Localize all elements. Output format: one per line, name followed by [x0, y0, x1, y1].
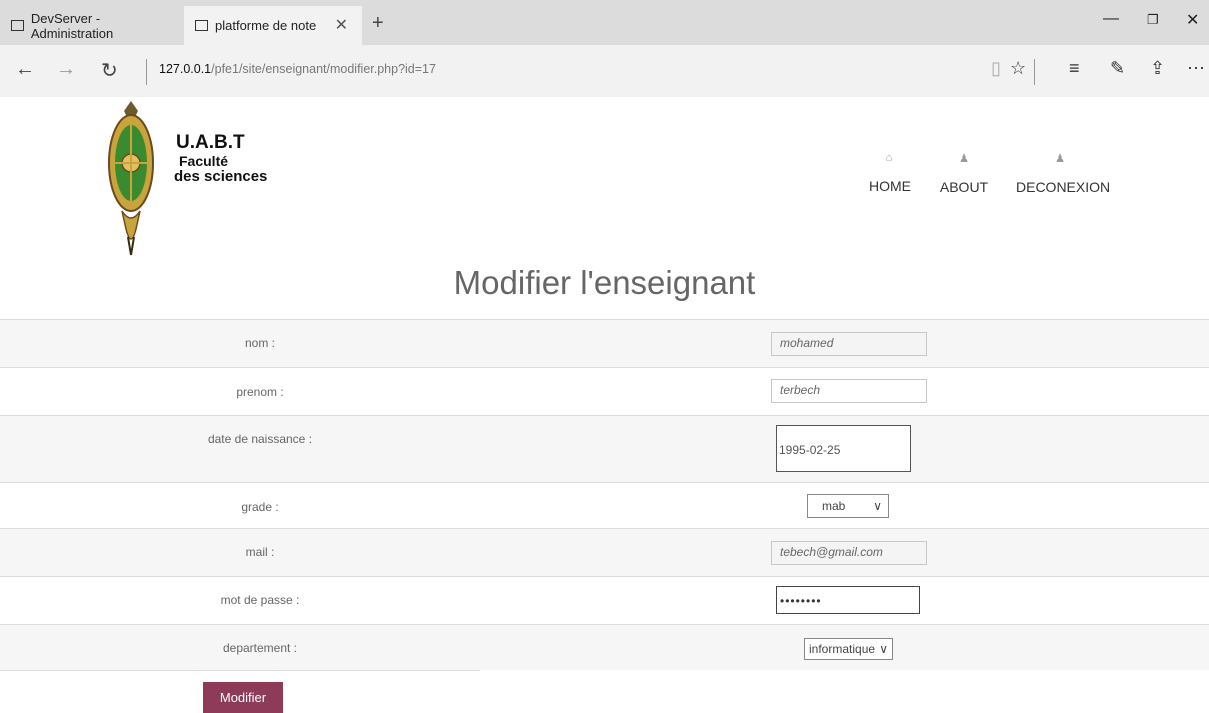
- minimize-icon[interactable]: —: [1103, 10, 1119, 28]
- favorite-star-icon[interactable]: ☆: [1010, 58, 1026, 79]
- page-icon: [195, 20, 208, 31]
- prenom-label: prenom :: [236, 385, 284, 399]
- toolbar-separator: [1034, 59, 1035, 85]
- form-row-prenom: prenom : terbech: [0, 367, 1209, 415]
- url-field[interactable]: 127.0.0.1/pfe1/site/enseignant/modifier.…: [159, 62, 436, 76]
- share-icon[interactable]: ⇪: [1150, 58, 1165, 79]
- mail-label: mail :: [245, 545, 275, 559]
- form-row-mail: mail : tebech@gmail.com: [0, 528, 1209, 576]
- home-icon: ⌂: [885, 152, 893, 164]
- departement-label: departement :: [222, 641, 298, 655]
- page-title: Modifier l'enseignant: [453, 264, 756, 301]
- brand-line-2: Faculté: [179, 152, 229, 169]
- menu-about[interactable]: ♟ ABOUT: [939, 152, 989, 195]
- grade-select[interactable]: mab ∨: [807, 494, 889, 518]
- university-logo: [108, 101, 154, 256]
- form-row-grade: grade : mab ∨: [0, 482, 1209, 528]
- browser-tab-active[interactable]: platforme de note ✕: [184, 6, 362, 45]
- user-icon: ♟: [959, 153, 969, 165]
- close-window-icon[interactable]: ✕: [1186, 10, 1199, 30]
- brand-line-1: U.A.B.T: [176, 132, 245, 153]
- url-path: /pfe1/site/enseignant/modifier.php?id=17: [211, 62, 436, 76]
- url-host: 127.0.0.1: [159, 62, 212, 76]
- page-icon: [11, 20, 24, 31]
- form-row-departement: departement : informatique ∨: [0, 624, 1209, 670]
- nom-label: nom :: [244, 336, 275, 350]
- reading-view-icon[interactable]: ▯: [991, 58, 1001, 79]
- form-row-date: date de naissance : 1995-02-25: [0, 415, 1209, 482]
- menu-deconexion-label: DECONEXION: [1016, 179, 1111, 195]
- tab-label: platforme de note: [215, 18, 317, 33]
- nom-field[interactable]: mohamed: [771, 332, 927, 356]
- modifier-button[interactable]: Modifier: [203, 682, 283, 713]
- form-row-password: mot de passe : ••••••••: [0, 576, 1209, 624]
- chevron-down-icon: ∨: [873, 499, 882, 513]
- hub-icon[interactable]: ≡: [1069, 58, 1080, 79]
- departement-select-value: informatique: [809, 642, 876, 656]
- refresh-icon[interactable]: ↻: [101, 58, 118, 83]
- date-label: date de naissance :: [207, 432, 313, 446]
- brand-line-3: des sciences: [174, 168, 268, 186]
- mail-field[interactable]: tebech@gmail.com: [771, 541, 927, 565]
- password-field[interactable]: ••••••••: [776, 586, 920, 614]
- back-icon[interactable]: ←: [15, 58, 35, 81]
- menu-deconexion[interactable]: ♟ DECONEXION: [1016, 152, 1110, 195]
- user-icon: ♟: [1055, 153, 1065, 165]
- form-divider: [0, 670, 480, 671]
- more-icon[interactable]: ⋯: [1187, 58, 1205, 79]
- menu-about-label: ABOUT: [939, 179, 989, 195]
- forward-icon[interactable]: →: [56, 58, 76, 81]
- form-row-nom: nom : mohamed: [0, 319, 1209, 367]
- close-tab-icon[interactable]: ✕: [335, 15, 348, 35]
- browser-tab-bar: DevServer - Administration platforme de …: [0, 0, 1209, 45]
- grade-select-value: mab: [822, 499, 846, 513]
- departement-select[interactable]: informatique ∨: [804, 638, 893, 660]
- tab-label: DevServer - Administration: [30, 10, 114, 41]
- prenom-field[interactable]: terbech: [771, 379, 927, 403]
- new-tab-icon[interactable]: +: [372, 12, 384, 35]
- grade-label: grade :: [241, 500, 279, 514]
- browser-tab-devserver[interactable]: DevServer - Administration: [0, 6, 183, 45]
- date-field[interactable]: 1995-02-25: [776, 425, 911, 472]
- menu-home-label: HOME: [869, 178, 911, 194]
- chevron-down-icon: ∨: [879, 642, 888, 656]
- brand-name: U.A.B.T Faculté des sciences: [174, 132, 268, 186]
- web-note-icon[interactable]: ✎: [1110, 58, 1125, 79]
- password-label: mot de passe :: [220, 593, 300, 607]
- restore-icon[interactable]: ❐: [1147, 12, 1159, 28]
- menu-home[interactable]: ⌂ HOME: [869, 152, 911, 194]
- address-separator: [146, 59, 147, 85]
- browser-address-bar: ← → ↻ 127.0.0.1/pfe1/site/enseignant/mod…: [0, 45, 1209, 97]
